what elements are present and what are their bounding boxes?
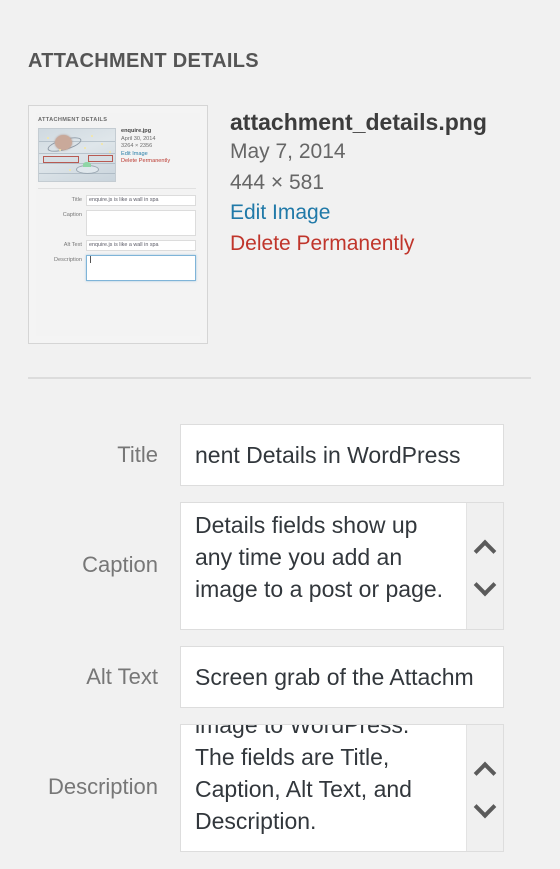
description-scrollbar[interactable] xyxy=(466,725,503,851)
chevron-up-icon[interactable] xyxy=(474,541,496,554)
alt-text-label: Alt Text xyxy=(86,664,158,689)
thumbnail-alt-field-row: Alt Text enquire.js is like a wall in sp… xyxy=(38,240,196,251)
thumbnail-divider xyxy=(38,188,196,189)
thumbnail-alt-text-input: enquire.js is like a wall in spa xyxy=(86,240,196,251)
attachment-dimensions: 444 × 581 xyxy=(230,170,325,194)
chevron-down-icon[interactable] xyxy=(474,800,496,813)
attachment-details-form: Title nent Details in WordPress Caption … xyxy=(0,424,560,868)
ufo-dome-shape xyxy=(83,162,91,167)
thumbnail-delete-permanently-link: Delete Permanently xyxy=(121,158,171,165)
thumbnail-artwork-image xyxy=(38,128,116,182)
edit-image-link[interactable]: Edit Image xyxy=(230,198,487,228)
thumbnail-title-input: enquire.js is like a wall in spa xyxy=(86,195,196,206)
thumbnail-title-field-row: Title enquire.js is like a wall in spa xyxy=(38,195,196,206)
page-title: ATTACHMENT DETAILS xyxy=(28,50,259,72)
thumbnail-caption-field-row: Caption xyxy=(38,210,196,236)
banner-shape-right xyxy=(88,155,113,162)
thumbnail-info-row: enquire.jpg April 30, 2014 3264 × 2356 E… xyxy=(38,128,200,182)
chevron-down-icon[interactable] xyxy=(474,578,496,591)
caption-textarea[interactable]: Details fields show up any time you add … xyxy=(180,502,504,630)
thumbnail-metadata: enquire.jpg April 30, 2014 3264 × 2356 E… xyxy=(121,128,170,182)
thumbnail-caption-textarea xyxy=(86,210,196,236)
thumbnail-title-label: Title xyxy=(71,197,82,203)
title-label: Title xyxy=(117,442,158,467)
caption-control: Details fields show up any time you add … xyxy=(180,502,504,630)
delete-permanently-link[interactable]: Delete Permanently xyxy=(230,229,487,259)
thumbnail-alt-text-label: Alt Text xyxy=(63,242,82,248)
alt-text-control: Screen grab of the Attachm xyxy=(180,646,504,708)
thumbnail-description-textarea xyxy=(86,255,196,281)
description-textarea[interactable]: image to WordPress. The fields are Title… xyxy=(180,724,504,852)
caption-textarea-text: Details fields show up any time you add … xyxy=(195,512,444,602)
thumbnail-description-label: Description xyxy=(54,257,82,263)
attachment-upload-date: May 7, 2014 xyxy=(230,140,346,164)
thumbnail-caption-label: Caption xyxy=(62,212,82,218)
thumbnail-description-field-row: Description xyxy=(38,255,196,281)
planet-shape xyxy=(55,135,72,150)
thumbnail-filename: enquire.jpg xyxy=(121,128,152,134)
description-textarea-text: image to WordPress. The fields are Title… xyxy=(195,724,412,834)
section-divider xyxy=(28,377,531,379)
caption-scrollbar[interactable] xyxy=(466,503,503,629)
description-field-row: Description image to WordPress. The fiel… xyxy=(0,724,560,852)
title-field-row: Title nent Details in WordPress xyxy=(0,424,560,486)
attachment-metadata: attachment_details.png May 7, 2014 444 ×… xyxy=(230,105,487,259)
text-cursor xyxy=(90,256,91,263)
attachment-filename: attachment_details.png xyxy=(230,109,487,135)
description-control: image to WordPress. The fields are Title… xyxy=(180,724,504,852)
attachment-info-row: ATTACHMENT DETAILS enquire.jpg April 30,… xyxy=(28,105,532,344)
thumbnail-dimensions: 3264 × 2356 xyxy=(121,143,153,150)
thumbnail-date: April 30, 2014 xyxy=(121,135,156,142)
alt-text-input[interactable]: Screen grab of the Attachm xyxy=(180,646,504,708)
caption-label: Caption xyxy=(82,552,158,577)
title-input[interactable]: nent Details in WordPress xyxy=(180,424,504,486)
alt-text-field-row: Alt Text Screen grab of the Attachm xyxy=(0,646,560,708)
description-label: Description xyxy=(47,774,158,799)
title-control: nent Details in WordPress xyxy=(180,424,504,486)
caption-field-row: Caption Details fields show up any time … xyxy=(0,502,560,630)
thumbnail-inner-panel: ATTACHMENT DETAILS enquire.jpg April 30,… xyxy=(36,113,200,336)
attachment-thumbnail[interactable]: ATTACHMENT DETAILS enquire.jpg April 30,… xyxy=(28,105,208,344)
thumbnail-panel-title: ATTACHMENT DETAILS xyxy=(38,117,108,123)
banner-shape-left xyxy=(43,156,79,163)
thumbnail-edit-image-link: Edit Image xyxy=(121,150,148,157)
chevron-up-icon[interactable] xyxy=(474,763,496,776)
